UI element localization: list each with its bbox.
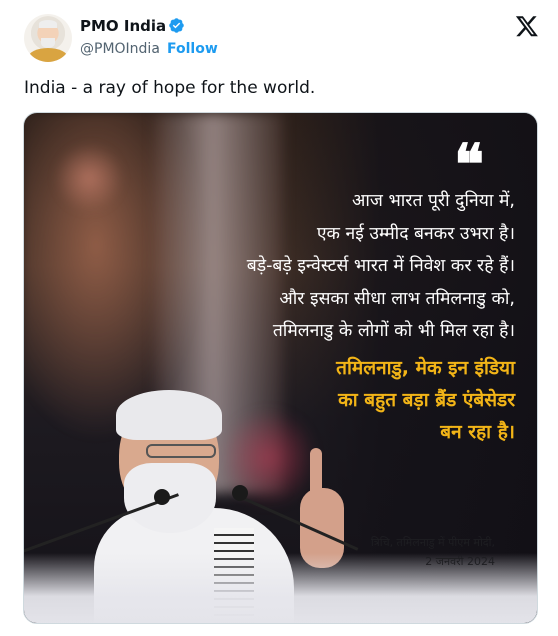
caption-location: त्रिचि, तमिलनाडु में पीएम मोदी, [370, 536, 495, 549]
quote-line: एक नई उम्मीद बनकर उभरा है। [316, 223, 515, 244]
follow-button[interactable]: Follow [167, 41, 218, 57]
background-flower [54, 143, 124, 213]
tweet-card: PMO India @PMOIndia · Follow India - a r… [0, 0, 558, 636]
tweet-text: India - a ray of hope for the world. [24, 78, 316, 98]
separator-dot: · [155, 41, 160, 57]
quote-line: तमिलनाडु के लोगों को भी मिल रहा है। [272, 321, 515, 341]
avatar[interactable] [24, 14, 72, 62]
image-caption: त्रिचि, तमिलनाडु में पीएम मोदी, 2 जनवरी … [371, 533, 495, 571]
x-logo-icon[interactable] [514, 14, 540, 38]
tweet-image[interactable]: ❝ आज भारत पूरी दुनिया में, एक नई उम्मीद … [23, 112, 538, 624]
quote-line: आज भारत पूरी दुनिया में, [352, 191, 515, 211]
author-name[interactable]: PMO India [80, 17, 166, 35]
author-handle[interactable]: @PMOIndia [80, 41, 160, 57]
highlight-line: का बहुत बड़ा ब्रैंड एंबेसेडर [338, 389, 515, 411]
highlight-text: तमिलनाडु, मेक इन इंडिया का बहुत बड़ा ब्र… [336, 352, 515, 448]
verified-badge-icon [169, 18, 184, 33]
microphone-head [154, 489, 170, 505]
highlight-line: बन रहा है। [440, 421, 515, 443]
highlight-line: तमिलनाडु, मेक इन इंडिया [336, 357, 515, 379]
quote-line: बड़े-बड़े इन्वेस्टर्स भारत में निवेश कर … [246, 256, 515, 276]
quote-line: और इसका सीधा लाभ तमिलनाडु को, [279, 288, 515, 309]
caption-date: 2 जनवरी 2024 [425, 555, 495, 568]
quote-text: आज भारत पूरी दुनिया में, एक नई उम्मीद बन… [247, 185, 515, 348]
microphone-head [232, 485, 248, 501]
